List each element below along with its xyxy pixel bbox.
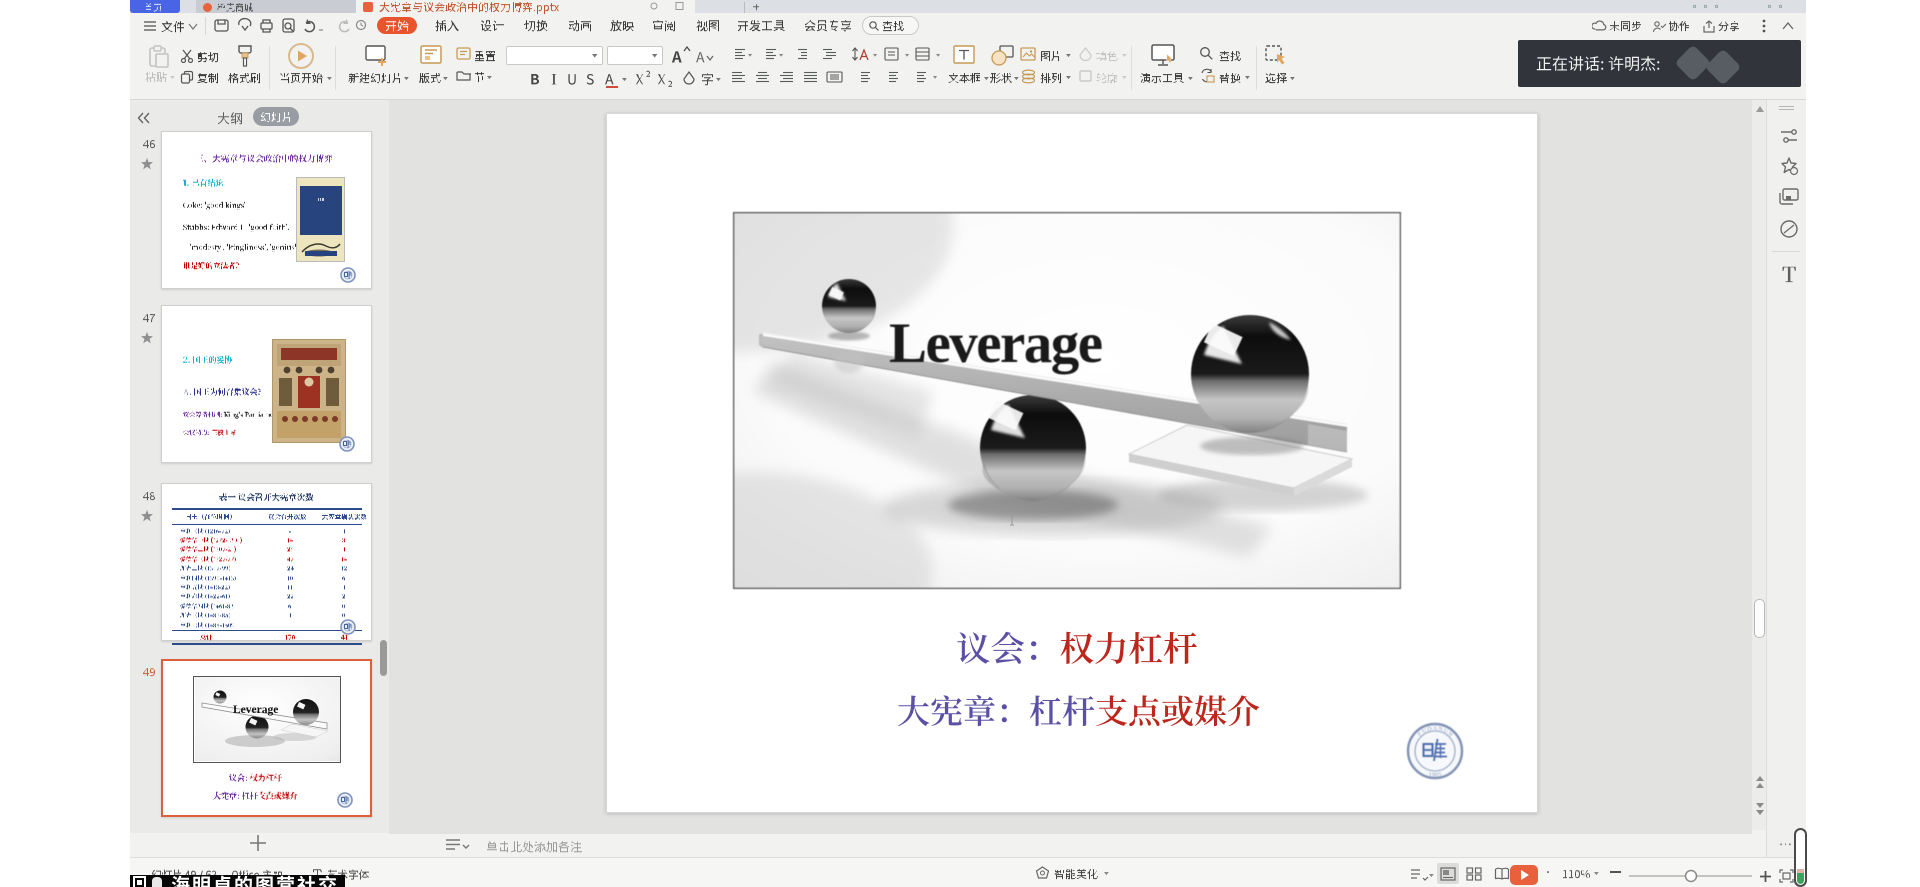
svg-text:Leverage: Leverage <box>889 312 1103 375</box>
svg-text:1905: 1905 <box>1429 772 1442 779</box>
svg-text:Leverage: Leverage <box>233 704 278 716</box>
